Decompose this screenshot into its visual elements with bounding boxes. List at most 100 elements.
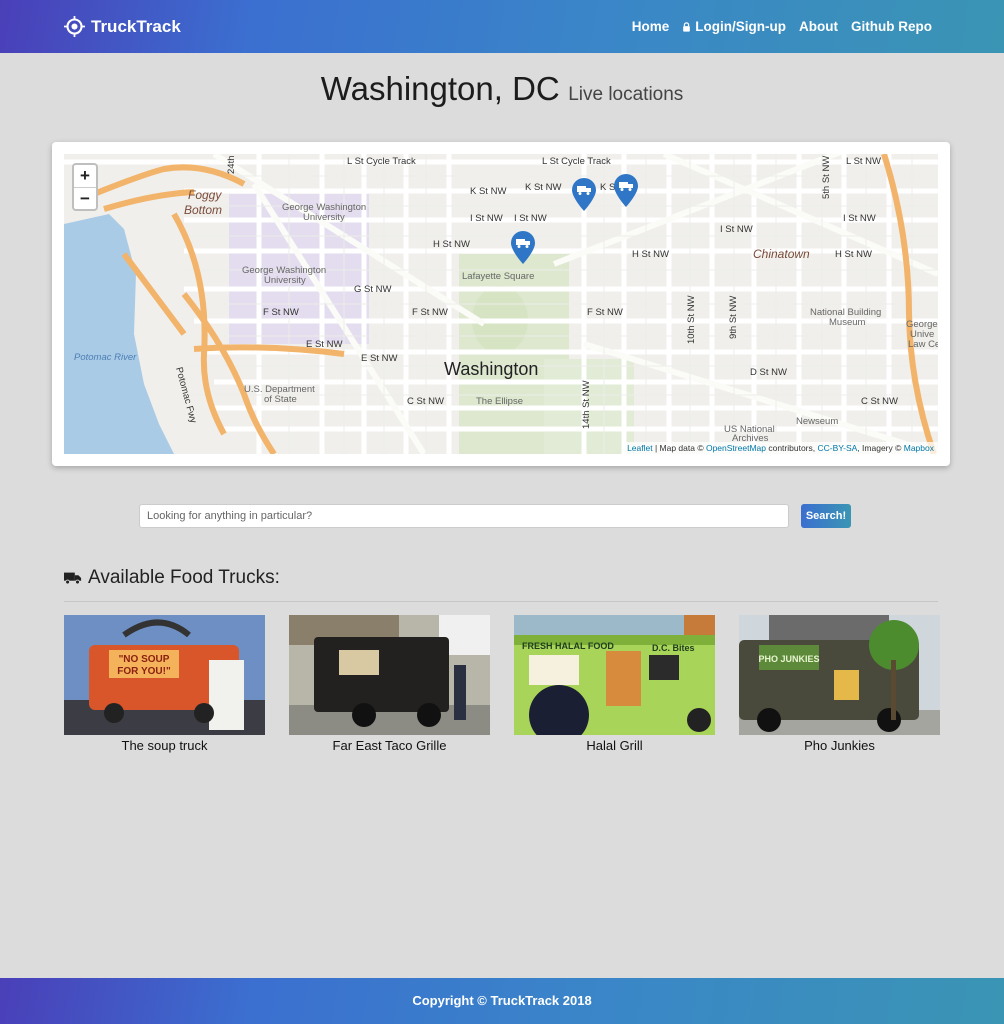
label-foggy: Foggy bbox=[188, 188, 222, 202]
label-ellipse: The Ellipse bbox=[476, 396, 523, 407]
section-divider bbox=[64, 601, 938, 602]
label-washington: Washington bbox=[444, 359, 538, 379]
nav-login[interactable]: Login/Sign-up bbox=[682, 19, 786, 34]
pho-truck-photo: PHO JUNKIES bbox=[739, 615, 940, 735]
label-i-st-3: I St NW bbox=[720, 224, 753, 235]
nav-links: Home Login/Sign-up About Github Repo bbox=[632, 19, 932, 34]
nav-github[interactable]: Github Repo bbox=[851, 19, 932, 34]
label-f-st-3: F St NW bbox=[587, 307, 623, 318]
nav-home-label: Home bbox=[631, 19, 670, 34]
label-l-st-1: L St Cycle Track bbox=[347, 156, 416, 167]
nav-about[interactable]: About bbox=[799, 19, 838, 34]
brand-name: TruckTrack bbox=[91, 16, 181, 36]
label-h-st-1: H St NW bbox=[433, 239, 470, 250]
label-g-st: G St NW bbox=[354, 284, 392, 295]
truck-name[interactable]: The soup truck bbox=[64, 738, 265, 753]
crosshair-icon bbox=[64, 16, 85, 37]
truck-marker-3[interactable] bbox=[510, 231, 536, 265]
truck-card[interactable]: "NO SOUP FOR YOU!" The soup truck bbox=[64, 615, 265, 753]
truck-name[interactable]: Pho Junkies bbox=[739, 738, 940, 753]
label-5th: 5th St NW bbox=[821, 156, 832, 199]
map[interactable]: L St Cycle Track L St Cycle Track L St N… bbox=[64, 154, 938, 454]
license-link[interactable]: CC-BY-SA bbox=[817, 443, 857, 453]
label-h-st-3: H St NW bbox=[835, 249, 872, 260]
footer: Copyright © TruckTrack 2018 bbox=[0, 978, 1004, 1024]
brand-link[interactable]: TruckTrack bbox=[64, 16, 181, 37]
nav-github-label: Github Repo bbox=[851, 19, 932, 34]
navbar: TruckTrack Home Login/Sign-up About Gith… bbox=[0, 0, 1004, 53]
label-9th: 9th St NW bbox=[728, 296, 739, 339]
label-i-st-4: I St NW bbox=[843, 213, 876, 224]
truck-card[interactable]: Far East Taco Grille bbox=[289, 615, 490, 753]
label-state-2: of State bbox=[264, 394, 297, 405]
truck-name[interactable]: Far East Taco Grille bbox=[289, 738, 490, 753]
photo-text-halal-2: D.C. Bites bbox=[652, 643, 695, 653]
zoom-in-button[interactable]: + bbox=[74, 165, 96, 187]
label-gwu-2b: University bbox=[264, 275, 306, 286]
label-e-st-2: E St NW bbox=[361, 353, 397, 364]
attrib-text-3: , Imagery © bbox=[857, 443, 904, 453]
label-lafayette: Lafayette Square bbox=[462, 271, 534, 282]
label-24th: 24th bbox=[226, 156, 237, 175]
map-tiles[interactable]: L St Cycle Track L St Cycle Track L St N… bbox=[64, 154, 938, 454]
nav-login-label: Login/Sign-up bbox=[695, 19, 787, 34]
nav-home[interactable]: Home bbox=[632, 19, 670, 34]
truck-photo[interactable]: "NO SOUP FOR YOU!" bbox=[64, 615, 265, 735]
label-l-st-2: L St Cycle Track bbox=[542, 156, 611, 167]
photo-text-soup-1: "NO SOUP bbox=[119, 654, 170, 665]
mapbox-link[interactable]: Mapbox bbox=[904, 443, 934, 453]
zoom-out-button[interactable]: − bbox=[74, 187, 96, 209]
label-c-st-2: C St NW bbox=[861, 396, 898, 407]
photo-text-soup-2: FOR YOU!" bbox=[117, 666, 171, 677]
page-title: Washington, DC bbox=[320, 70, 560, 107]
leaflet-link[interactable]: Leaflet bbox=[627, 443, 653, 453]
page-heading: Washington, DC Live locations bbox=[0, 70, 1004, 108]
footer-copyright: Copyright © TruckTrack 2018 bbox=[412, 993, 592, 1008]
potomac-water bbox=[64, 214, 174, 454]
label-e-st-1: E St NW bbox=[306, 339, 342, 350]
label-14th: 14th St NW bbox=[581, 380, 592, 429]
taco-truck-photo bbox=[289, 615, 490, 735]
zoom-control: + − bbox=[72, 163, 98, 211]
truck-marker-2[interactable] bbox=[613, 174, 639, 208]
truck-card[interactable]: PHO JUNKIES Pho Junkies bbox=[739, 615, 940, 753]
label-gwu-1b: University bbox=[303, 212, 345, 223]
label-c-st-1: C St NW bbox=[407, 396, 444, 407]
attrib-text-2: contributors, bbox=[765, 443, 818, 453]
search-button[interactable]: Search! bbox=[801, 504, 851, 528]
osm-link[interactable]: OpenStreetMap bbox=[706, 443, 766, 453]
label-k-st-2: K St NW bbox=[525, 182, 561, 193]
map-attribution: Leaflet | Map data © OpenStreetMap contr… bbox=[623, 442, 938, 454]
label-gl-3: Law Ce bbox=[908, 339, 938, 350]
page-subtitle: Live locations bbox=[568, 84, 684, 105]
label-chinatown: Chinatown bbox=[753, 247, 810, 261]
label-newseum: Newseum bbox=[796, 416, 838, 427]
truck-icon bbox=[64, 572, 82, 585]
label-h-st-2: H St NW bbox=[632, 249, 669, 260]
label-nbm-2: Museum bbox=[829, 317, 866, 328]
label-potomac: Potomac River bbox=[74, 352, 137, 363]
truck-marker-1[interactable] bbox=[571, 178, 597, 212]
halal-truck-photo: FRESH HALAL FOOD D.C. Bites bbox=[514, 615, 715, 735]
label-f-st-2: F St NW bbox=[412, 307, 448, 318]
nav-about-label: About bbox=[799, 19, 838, 34]
label-d-st: D St NW bbox=[750, 367, 787, 378]
lock-icon bbox=[683, 21, 691, 32]
photo-text-halal-1: FRESH HALAL FOOD bbox=[522, 641, 614, 651]
label-k-st-1: K St NW bbox=[470, 186, 506, 197]
truck-photo[interactable] bbox=[289, 615, 490, 735]
section-title: Available Food Trucks: bbox=[88, 567, 280, 588]
truck-name[interactable]: Halal Grill bbox=[514, 738, 715, 753]
label-l-st-nw: L St NW bbox=[846, 156, 881, 167]
attrib-text-1: | Map data © bbox=[652, 443, 706, 453]
truck-list: "NO SOUP FOR YOU!" The soup truck Far Ea… bbox=[64, 615, 940, 753]
truck-photo[interactable]: PHO JUNKIES bbox=[739, 615, 940, 735]
truck-card[interactable]: FRESH HALAL FOOD D.C. Bites Halal Grill bbox=[514, 615, 715, 753]
section-heading: Available Food Trucks: bbox=[64, 567, 280, 589]
truck-photo[interactable]: FRESH HALAL FOOD D.C. Bites bbox=[514, 615, 715, 735]
soup-truck-photo: "NO SOUP FOR YOU!" bbox=[64, 615, 265, 735]
search-input[interactable] bbox=[139, 504, 789, 528]
label-f-st-1: F St NW bbox=[263, 307, 299, 318]
label-10th: 10th St NW bbox=[686, 295, 697, 344]
label-i-st-1: I St NW bbox=[470, 213, 503, 224]
